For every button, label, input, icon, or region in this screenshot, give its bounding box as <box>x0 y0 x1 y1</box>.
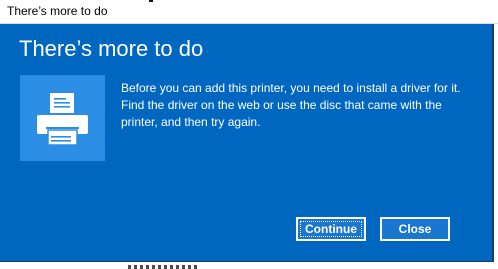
printer-icon <box>20 75 105 161</box>
background-text-fragment <box>128 265 198 269</box>
continue-button[interactable]: Continue <box>296 217 366 241</box>
background-window-strip <box>0 262 498 269</box>
dialog-heading: There’s more to do <box>19 36 204 61</box>
printer-icon-graphic <box>37 93 88 146</box>
dialog-message: Before you can add this printer, you nee… <box>121 81 461 129</box>
dialog-panel: There’s more to do Before you can add th… <box>0 24 494 262</box>
title-bar: There’s more to do <box>0 0 498 24</box>
title-bar-edge-mark <box>149 0 153 2</box>
window-title: There’s more to do <box>7 4 108 18</box>
close-button[interactable]: Close <box>380 217 450 241</box>
